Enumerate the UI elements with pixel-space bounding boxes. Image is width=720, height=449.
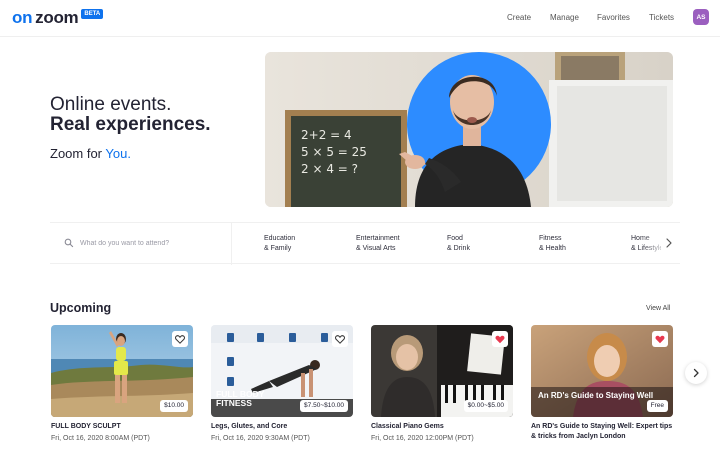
user-avatar[interactable]: AS — [693, 9, 709, 25]
hero-subheading: Zoom for You. — [50, 146, 131, 161]
event-card[interactable]: $10.00 FULL BODY SCULPT Fri, Oct 16, 202… — [51, 325, 193, 444]
thumbnail-overlay-text: FULL BODY FITNESS — [216, 389, 265, 408]
price-badge: $7.50~$10.00 — [300, 400, 348, 412]
category-fitness-health[interactable]: Fitness & Health — [539, 234, 566, 254]
category-food-drink[interactable]: Food & Drink — [447, 234, 470, 254]
search-icon — [64, 238, 74, 248]
beta-badge: BETA — [81, 9, 104, 19]
filter-bar: Education & Family Entertainment & Visua… — [50, 222, 680, 265]
hero-heading-line1: Online events. — [50, 94, 172, 115]
chalk-line-2: 5 × 5 = 25 — [301, 145, 367, 159]
favorite-button[interactable] — [332, 331, 348, 347]
category-line2: & Drink — [447, 245, 470, 252]
event-title[interactable]: FULL BODY SCULPT — [51, 422, 193, 432]
nav-create[interactable]: Create — [507, 13, 531, 22]
heart-icon — [335, 334, 345, 344]
chalk-line-1: 2+2 = 4 — [301, 128, 352, 142]
hero-sub-highlight: You. — [105, 146, 131, 161]
category-entertainment-visual-arts[interactable]: Entertainment & Visual Arts — [356, 234, 400, 254]
event-title[interactable]: Classical Piano Gems — [371, 422, 513, 432]
event-date: Fri, Oct 16, 2020 12:00PM (PDT) — [371, 435, 474, 442]
chevron-right-icon — [693, 368, 699, 378]
event-title[interactable]: Legs, Glutes, and Core — [211, 422, 353, 432]
chalk-line-3: 2 × 4 = ? — [301, 162, 359, 176]
carousel-next-button[interactable] — [685, 362, 707, 384]
hero-sub-prefix: Zoom for — [50, 146, 106, 161]
favorite-button[interactable] — [652, 331, 668, 347]
onzoom-logo[interactable]: on zoom BETA — [12, 8, 104, 28]
logo-zoom-text: zoom — [35, 8, 79, 27]
upcoming-title: Upcoming — [50, 301, 112, 315]
search-box[interactable] — [50, 223, 232, 265]
category-line1: Food — [447, 235, 463, 242]
chalkboard-equations: 2+2 = 4 5 × 5 = 25 2 × 4 = ? — [301, 127, 367, 178]
category-education-family[interactable]: Education & Family — [264, 234, 295, 254]
event-title[interactable]: An RD's Guide to Staying Well: Expert ti… — [531, 422, 673, 442]
event-date: Fri, Oct 16, 2020 9:30AM (PDT) — [211, 435, 310, 442]
event-thumbnail[interactable]: $10.00 — [51, 325, 193, 417]
thumbnail-overlay-text: An RD's Guide to Staying Well — [538, 391, 654, 400]
event-date: Fri, Oct 16, 2020 8:00AM (PDT) — [51, 435, 150, 442]
search-input[interactable] — [80, 237, 225, 250]
event-card[interactable]: FULL BODY FITNESS $7.50~$10.00 Legs, Glu… — [211, 325, 353, 444]
nav-manage[interactable]: Manage — [550, 13, 579, 22]
heart-icon — [175, 334, 185, 344]
event-thumbnail[interactable]: FULL BODY FITNESS $7.50~$10.00 — [211, 325, 353, 417]
heart-icon — [495, 335, 505, 343]
category-line1: Entertainment — [356, 235, 400, 242]
category-line1: Education — [264, 235, 296, 242]
logo-on-text: on — [12, 8, 33, 27]
top-header: on zoom BETA Create Manage Favorites Tic… — [0, 0, 720, 37]
category-line2: & Health — [539, 245, 566, 252]
price-badge: Free — [646, 400, 668, 412]
hero-image: 2+2 = 4 5 × 5 = 25 2 × 4 = ? — [265, 52, 673, 207]
favorite-button[interactable] — [492, 331, 508, 347]
nav-tickets[interactable]: Tickets — [649, 13, 674, 22]
category-line1: Fitness — [539, 235, 562, 242]
category-line2: & Family — [264, 245, 292, 252]
category-line2: & Visual Arts — [356, 245, 396, 252]
event-card[interactable]: $0.00~$5.00 Classical Piano Gems Fri, Oc… — [371, 325, 513, 444]
chevron-right-icon[interactable] — [664, 237, 674, 249]
heart-icon — [655, 335, 665, 343]
price-badge: $0.00~$5.00 — [463, 400, 508, 412]
event-thumbnail[interactable]: An RD's Guide to Staying Well Free — [531, 325, 673, 417]
price-badge: $10.00 — [160, 400, 188, 412]
hero-heading-line2: Real experiences. — [50, 114, 211, 135]
view-all-link[interactable]: View All — [646, 305, 670, 312]
event-thumbnail[interactable]: $0.00~$5.00 — [371, 325, 513, 417]
nav-favorites[interactable]: Favorites — [597, 13, 630, 22]
event-card[interactable]: An RD's Guide to Staying Well Free An RD… — [531, 325, 673, 442]
favorite-button[interactable] — [172, 331, 188, 347]
